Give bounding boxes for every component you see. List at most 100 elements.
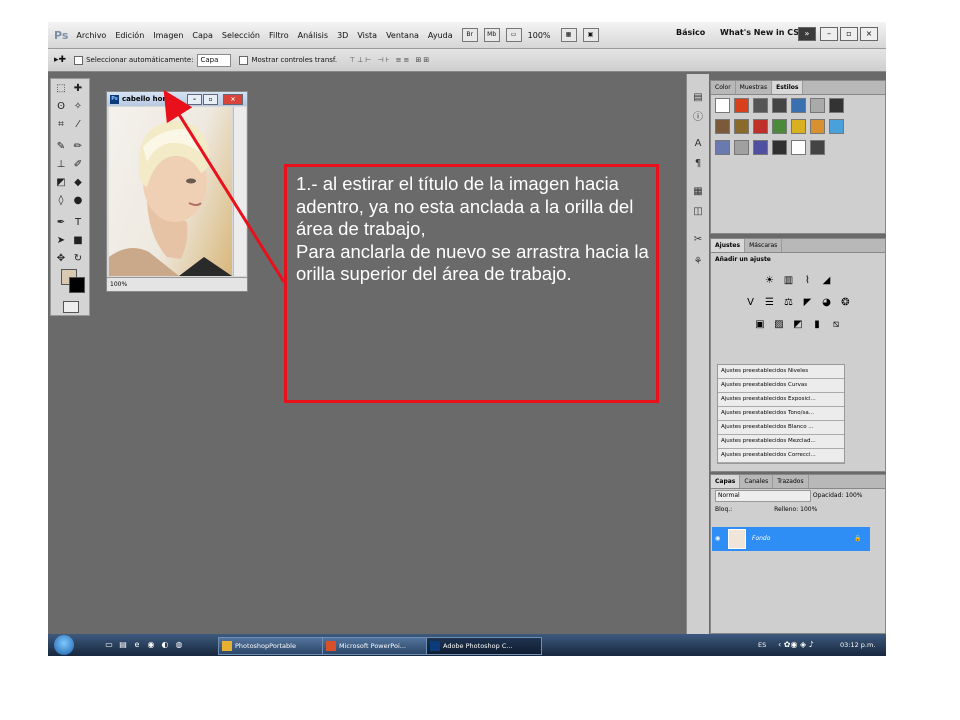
workspace-basico[interactable]: Básico [676,28,705,37]
preset-item-mezclador[interactable]: Ajustes preestablecidos Mezclad... [718,435,844,449]
photo-filter-icon[interactable]: ◕ [820,296,834,310]
workspace-expand-button[interactable]: » [798,27,816,41]
start-button[interactable] [54,635,74,655]
exposure-icon[interactable]: ◢ [820,274,834,288]
restore-icon[interactable]: ▫ [840,27,858,41]
path-select-icon[interactable]: ➤ [54,235,68,247]
style-swatch[interactable] [810,98,825,113]
marquee-tool-icon[interactable]: ⬚ [54,83,68,95]
style-swatch[interactable] [734,140,749,155]
3d-orbit-icon[interactable]: ↻ [71,253,85,265]
style-swatch[interactable] [791,140,806,155]
clone-source-icon[interactable]: ⚘ [692,256,704,268]
style-swatch[interactable] [791,98,806,113]
doc-close-icon[interactable]: × [223,94,243,105]
pen-tool-icon[interactable]: ✒ [54,217,68,229]
layer-comps-icon[interactable]: ◫ [692,206,704,218]
mini-bridge-panel-icon[interactable]: ▤ [692,92,704,104]
menu-edicion[interactable]: Edición [115,31,144,40]
tab-canales[interactable]: Canales [740,475,774,488]
threshold-icon[interactable]: ◩ [791,318,805,332]
info-panel-icon[interactable]: ⓘ [692,112,704,124]
style-swatch[interactable] [753,140,768,155]
zoom-level[interactable]: 100% [528,31,551,40]
style-swatch[interactable] [715,140,730,155]
style-swatch[interactable] [753,98,768,113]
move-tool-icon[interactable]: ▸✚ [54,55,66,65]
layer-row-fondo[interactable]: ◉ Fondo 🔒 [712,527,870,551]
levels-icon[interactable]: ▥ [782,274,796,288]
clock[interactable]: 03:12 p.m. [840,634,875,656]
selective-color-icon[interactable]: ⧅ [829,318,843,332]
tab-color[interactable]: Color [711,81,736,94]
magic-wand-icon[interactable]: ✧ [71,101,85,113]
style-swatch[interactable] [772,140,787,155]
preset-item-blanco[interactable]: Ajustes preestablecidos Blanco ... [718,421,844,435]
doc-restore-icon[interactable]: ▫ [203,94,218,105]
auto-select-checkbox[interactable] [74,55,84,65]
style-swatch[interactable] [810,119,825,134]
taskbar-photoshopportable[interactable]: PhotoshopPortable [218,637,334,655]
blend-mode-dropdown[interactable]: Normal [715,490,811,502]
3d-rotate-icon[interactable]: ✥ [54,253,68,265]
menu-imagen[interactable]: Imagen [153,31,183,40]
posterize-icon[interactable]: ▨ [772,318,786,332]
language-indicator[interactable]: ES [758,634,766,656]
style-swatch[interactable] [829,98,844,113]
shape-tool-icon[interactable]: ■ [71,235,85,247]
bridge-button[interactable]: Br [461,28,478,42]
menu-3d[interactable]: 3D [337,31,348,40]
tray-icons[interactable]: ‹ ✿◉ ◈ ♪ [778,634,814,656]
tab-mascaras[interactable]: Máscaras [745,239,783,252]
workspace-whats-new[interactable]: What's New in CS5 [720,28,805,37]
menu-filtro[interactable]: Filtro [269,31,289,40]
menu-capa[interactable]: Capa [192,31,212,40]
menu-seleccion[interactable]: Selección [222,31,260,40]
type-tool-icon[interactable]: T [71,217,85,229]
preset-item-curvas[interactable]: Ajustes preestablecidos Curvas [718,379,844,393]
minimize-icon[interactable]: – [820,27,838,41]
style-swatch[interactable] [715,119,730,134]
healing-brush-icon[interactable]: ✎ [54,141,68,153]
style-swatch[interactable] [772,119,787,134]
move-tool-icon[interactable]: ✚ [71,83,85,95]
brightness-icon[interactable]: ☀ [763,274,777,288]
blur-tool-icon[interactable]: ◊ [54,195,68,207]
history-panel-icon[interactable]: ▦ [692,186,704,198]
menu-ventana[interactable]: Ventana [386,31,419,40]
menu-archivo[interactable]: Archivo [76,31,106,40]
auto-select-dropdown[interactable]: Capa [197,53,232,67]
gradient-map-icon[interactable]: ▮ [810,318,824,332]
quick-mask-icon[interactable] [63,301,79,313]
channel-mixer-icon[interactable]: ❂ [839,296,853,310]
firefox-icon[interactable]: ◐ [160,640,170,650]
chrome-icon[interactable]: ◉ [146,640,156,650]
dodge-tool-icon[interactable]: ● [71,195,85,207]
style-swatch[interactable] [829,119,844,134]
align-buttons-icon[interactable]: ⊤⊥⊢ ⊣⊦ ≡≡ ⊞⊞ [349,56,431,64]
crop-tool-icon[interactable]: ⌗ [54,119,68,131]
eye-icon[interactable]: ◉ [715,527,720,551]
preset-item-niveles[interactable]: Ajustes preestablecidos Niveles [718,365,844,379]
paragraph-panel-icon[interactable]: ¶ [692,158,704,170]
preset-item-correccion[interactable]: Ajustes preestablecidos Correcci... [718,449,844,463]
eyedropper-icon[interactable]: ⁄ [71,119,85,131]
lasso-tool-icon[interactable]: ʘ [54,101,68,113]
character-panel-icon[interactable]: A [692,138,704,150]
view-extras-button[interactable]: ▭ [505,28,522,42]
menu-vista[interactable]: Vista [357,31,377,40]
style-swatch[interactable] [734,119,749,134]
explorer-icon[interactable]: ▤ [118,640,128,650]
eraser-icon[interactable]: ◩ [54,177,68,189]
menu-analisis[interactable]: Análisis [298,31,328,40]
document-zoom[interactable]: 100% [110,281,127,288]
tab-estilos[interactable]: Estilos [772,81,804,94]
tab-muestras[interactable]: Muestras [736,81,773,94]
brush-panel-icon[interactable]: ✂ [692,234,704,246]
style-swatch[interactable] [715,98,730,113]
style-swatch[interactable] [753,119,768,134]
screen-mode-button[interactable]: ▣ [582,28,599,42]
invert-icon[interactable]: ▣ [753,318,767,332]
tab-ajustes[interactable]: Ajustes [711,239,746,252]
document-vertical-scrollbar[interactable] [233,107,246,276]
